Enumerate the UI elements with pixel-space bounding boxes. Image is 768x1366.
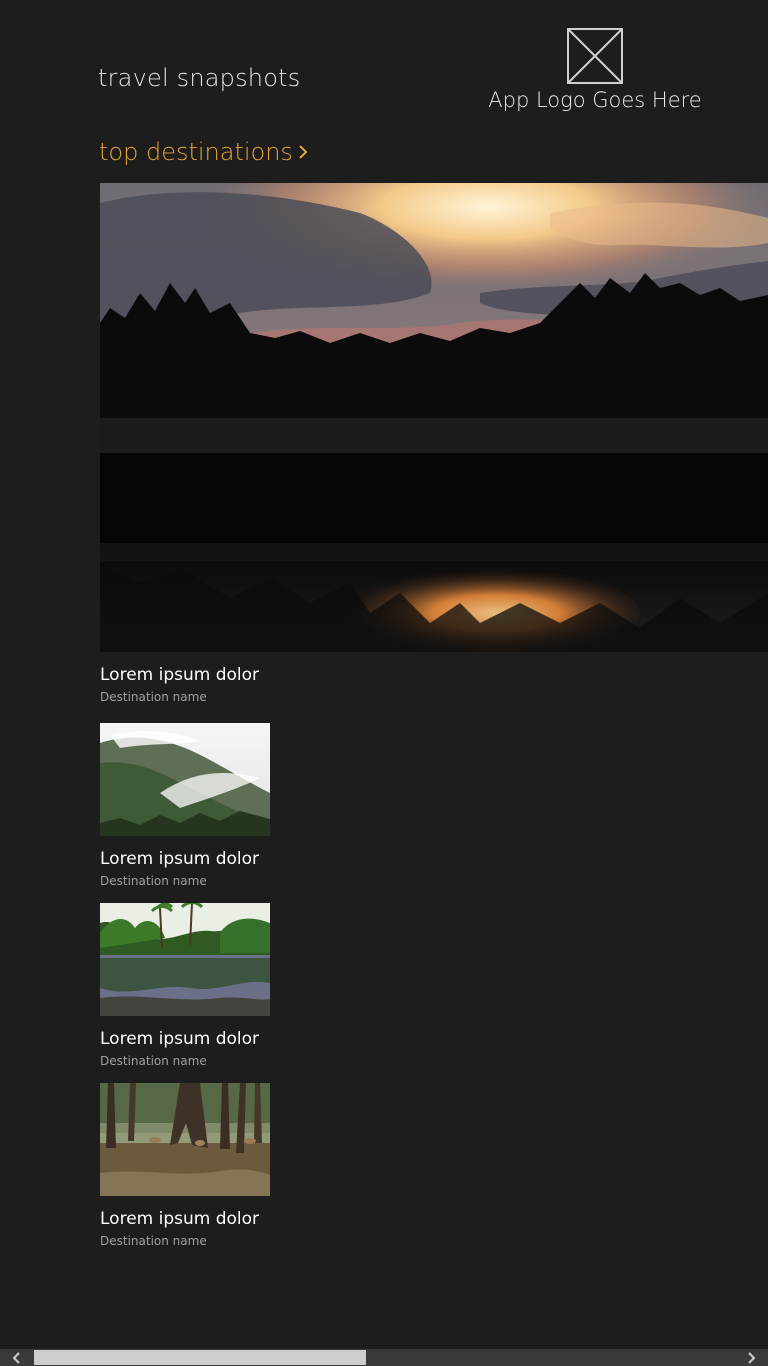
destination-subtitle: Destination name bbox=[100, 1054, 207, 1068]
scrollbar-thumb[interactable] bbox=[34, 1350, 366, 1365]
hero-image[interactable] bbox=[100, 183, 768, 652]
destination-title: Lorem ipsum dolor bbox=[100, 1209, 260, 1229]
destination-title: Lorem ipsum dolor bbox=[100, 1029, 260, 1049]
destination-title: Lorem ipsum dolor bbox=[100, 849, 260, 869]
scroll-right-button[interactable] bbox=[734, 1349, 768, 1366]
destination-thumbnail[interactable] bbox=[100, 903, 270, 1016]
destination-thumbnail[interactable] bbox=[100, 1083, 270, 1196]
chevron-right-icon bbox=[297, 139, 309, 167]
hero-subtitle: Destination name bbox=[100, 690, 207, 704]
section-link-label: top destinations bbox=[99, 138, 293, 166]
destination-subtitle: Destination name bbox=[100, 1234, 207, 1248]
app-title: travel snapshots bbox=[98, 64, 301, 92]
hero-title: Lorem ipsum dolor bbox=[100, 665, 260, 685]
destination-subtitle: Destination name bbox=[100, 874, 207, 888]
logo-text: App Logo Goes Here bbox=[488, 88, 702, 112]
chevron-right-icon bbox=[748, 1351, 756, 1364]
top-destinations-link[interactable]: top destinations bbox=[99, 138, 309, 167]
page: travel snapshots App Logo Goes Here top … bbox=[0, 0, 768, 1366]
app-logo: App Logo Goes Here bbox=[486, 28, 704, 112]
logo-placeholder-icon bbox=[567, 28, 623, 84]
destination-thumbnail[interactable] bbox=[100, 723, 270, 836]
horizontal-scrollbar[interactable] bbox=[0, 1349, 768, 1366]
scroll-left-button[interactable] bbox=[0, 1349, 34, 1366]
chevron-left-icon bbox=[12, 1351, 20, 1364]
